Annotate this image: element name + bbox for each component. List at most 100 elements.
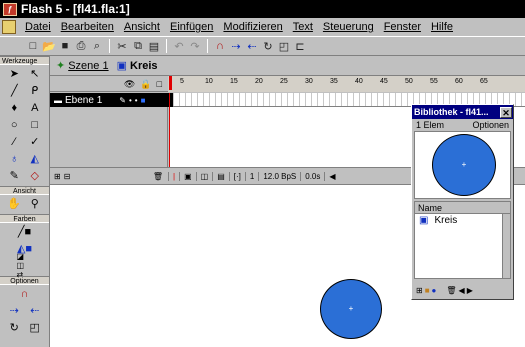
tools-panel: Werkzeuge ➤ ↖ ╱ ᑭ ♦ A ○ □ ∕ ✓ ♁ ◭ ✎ ◇ An…	[0, 56, 50, 347]
brush-tool-icon[interactable]: ✓	[27, 134, 43, 150]
toolbar-separator	[207, 39, 208, 53]
onion-markers-icon[interactable]: [·]	[228, 171, 245, 181]
text-tool-icon[interactable]: A	[27, 100, 43, 116]
scene-breadcrumb[interactable]: ✦ Szene 1	[56, 59, 109, 73]
menu-datei[interactable]: Datei	[20, 21, 56, 33]
save-icon[interactable]: ■	[58, 39, 72, 53]
undo-icon[interactable]: ↶	[172, 39, 186, 53]
center-frame-icon[interactable]: |	[168, 171, 179, 181]
paint-bucket-tool-icon[interactable]: ◭	[27, 151, 43, 167]
close-icon[interactable]: ✕	[500, 106, 512, 118]
library-scroll-right-icon[interactable]: ▶	[467, 286, 473, 295]
straighten-option-icon[interactable]: ⇠	[27, 303, 43, 319]
menu-text[interactable]: Text	[288, 21, 318, 33]
edit-multiple-icon[interactable]: ▤	[212, 171, 229, 181]
flash-app-icon: ƒ	[3, 2, 17, 16]
pen-tool-icon[interactable]: ♦	[6, 100, 22, 116]
align-icon[interactable]: ⊏	[293, 39, 307, 53]
ruler-tick-label: 40	[355, 78, 363, 85]
oval-tool-icon[interactable]: ○	[6, 117, 22, 133]
library-options[interactable]: Optionen	[472, 120, 509, 130]
add-layer-icon[interactable]: ⊞	[54, 172, 61, 181]
onion-outline-icon[interactable]: ◫	[195, 171, 213, 181]
print-icon[interactable]: ⎙	[74, 39, 88, 53]
snap-option-icon[interactable]: ∩	[17, 286, 33, 302]
kreis-instance[interactable]: +	[320, 279, 382, 339]
smooth-icon[interactable]: ⇢	[229, 39, 243, 53]
toolbar-separator	[109, 39, 110, 53]
show-hide-all-icon[interactable]: 👁	[124, 79, 135, 90]
document-menu-icon[interactable]	[2, 20, 16, 34]
ruler-tick-label: 25	[280, 78, 288, 85]
default-colors-icon[interactable]: ◪ ◫ ⇄	[17, 252, 33, 279]
new-symbol-icon[interactable]: ⊞	[416, 286, 423, 295]
menu-ansicht[interactable]: Ansicht	[119, 21, 165, 33]
cut-icon[interactable]: ✂	[115, 39, 129, 53]
menu-modifizieren[interactable]: Modifizieren	[218, 21, 287, 33]
library-item[interactable]: ▣ Kreis	[415, 214, 510, 226]
frame-ruler[interactable]: 5 10 15 20 25 30 35 40 45 50 55 60 65	[168, 76, 525, 92]
line-tool-icon[interactable]: ╱	[6, 83, 22, 99]
menu-steuerung[interactable]: Steuerung	[318, 21, 379, 33]
pencil-tool-icon[interactable]: ∕	[6, 134, 22, 150]
ink-bottle-tool-icon[interactable]: ♁	[6, 151, 22, 167]
paste-icon[interactable]: ▤	[147, 39, 161, 53]
menu-hilfe[interactable]: Hilfe	[426, 21, 458, 33]
smooth-option-icon[interactable]: ⇢	[6, 303, 22, 319]
symbol-breadcrumb[interactable]: ▣ Kreis	[117, 59, 158, 73]
dropper-tool-icon[interactable]: ✎	[6, 168, 22, 184]
scale-option-icon[interactable]: ◰	[27, 320, 43, 336]
name-column-header[interactable]: Name	[415, 202, 510, 214]
lock-all-icon[interactable]: 🔒	[140, 79, 151, 90]
delete-item-icon[interactable]: 🗑	[446, 286, 456, 295]
layer-row[interactable]: ▬ Ebene 1 ✎ • • ■	[50, 93, 168, 107]
print-preview-icon[interactable]: ⌕	[90, 39, 104, 53]
ruler-tick-label: 15	[230, 78, 238, 85]
copy-icon[interactable]: ⧉	[131, 39, 145, 53]
playhead[interactable]	[169, 76, 172, 90]
menu-bearbeiten[interactable]: Bearbeiten	[56, 21, 119, 33]
menu-bar: Datei Bearbeiten Ansicht Einfügen Modifi…	[0, 18, 525, 36]
registration-point-icon: +	[348, 304, 354, 313]
library-titlebar[interactable]: Bibliothek - fl41... ✕	[412, 105, 513, 119]
onion-skin-icon[interactable]: ▣	[179, 171, 196, 181]
lasso-tool-icon[interactable]: ᑭ	[27, 83, 43, 99]
preview-circle: +	[432, 134, 496, 196]
delete-layer-icon[interactable]: 🗑	[153, 172, 163, 181]
subselect-tool-icon[interactable]: ↖	[27, 66, 43, 82]
arrow-tool-icon[interactable]: ➤	[6, 66, 22, 82]
elapsed-time: 0.0s	[300, 171, 324, 181]
view-label: Ansicht	[0, 186, 49, 195]
visibility-dot-icon[interactable]: •	[129, 96, 132, 105]
toolbar-separator	[166, 39, 167, 53]
redo-icon[interactable]: ↷	[188, 39, 202, 53]
outline-all-icon[interactable]: □	[157, 79, 162, 89]
rotate-icon[interactable]: ↻	[261, 39, 275, 53]
library-count: 1 Elem	[416, 120, 445, 130]
rotate-option-icon[interactable]: ↻	[6, 320, 22, 336]
library-scrollbar[interactable]	[502, 214, 510, 278]
scale-icon[interactable]: ◰	[277, 39, 291, 53]
stroke-color-icon[interactable]: ╱■	[17, 224, 33, 240]
scroll-left-icon[interactable]: ◀	[324, 171, 339, 181]
ruler-tick-label: 20	[255, 78, 263, 85]
straighten-icon[interactable]: ⇠	[245, 39, 259, 53]
snap-magnet-icon[interactable]: ∩	[213, 39, 227, 53]
lock-dot-icon[interactable]: •	[135, 96, 138, 105]
open-file-icon[interactable]: 📂	[42, 39, 56, 53]
library-scroll-left-icon[interactable]: ◀	[459, 286, 465, 295]
frame-rate: 12.0 BpS	[258, 171, 300, 181]
new-file-icon[interactable]: □	[26, 39, 40, 53]
outline-square-icon[interactable]: ■	[141, 96, 146, 105]
menu-fenster[interactable]: Fenster	[379, 21, 426, 33]
zoom-tool-icon[interactable]: ⚲	[27, 196, 43, 212]
properties-icon[interactable]: ●	[432, 286, 437, 295]
current-frame: 1	[244, 171, 258, 181]
add-guide-layer-icon[interactable]: ⊟	[64, 172, 71, 181]
eraser-tool-icon[interactable]: ◇	[27, 168, 43, 184]
hand-tool-icon[interactable]: ✋	[6, 196, 22, 212]
menu-einfuegen[interactable]: Einfügen	[165, 21, 218, 33]
rectangle-tool-icon[interactable]: □	[27, 117, 43, 133]
window-titlebar: ƒ Flash 5 - [fl41.fla:1]	[0, 0, 525, 18]
new-folder-icon[interactable]: ■	[425, 286, 430, 295]
